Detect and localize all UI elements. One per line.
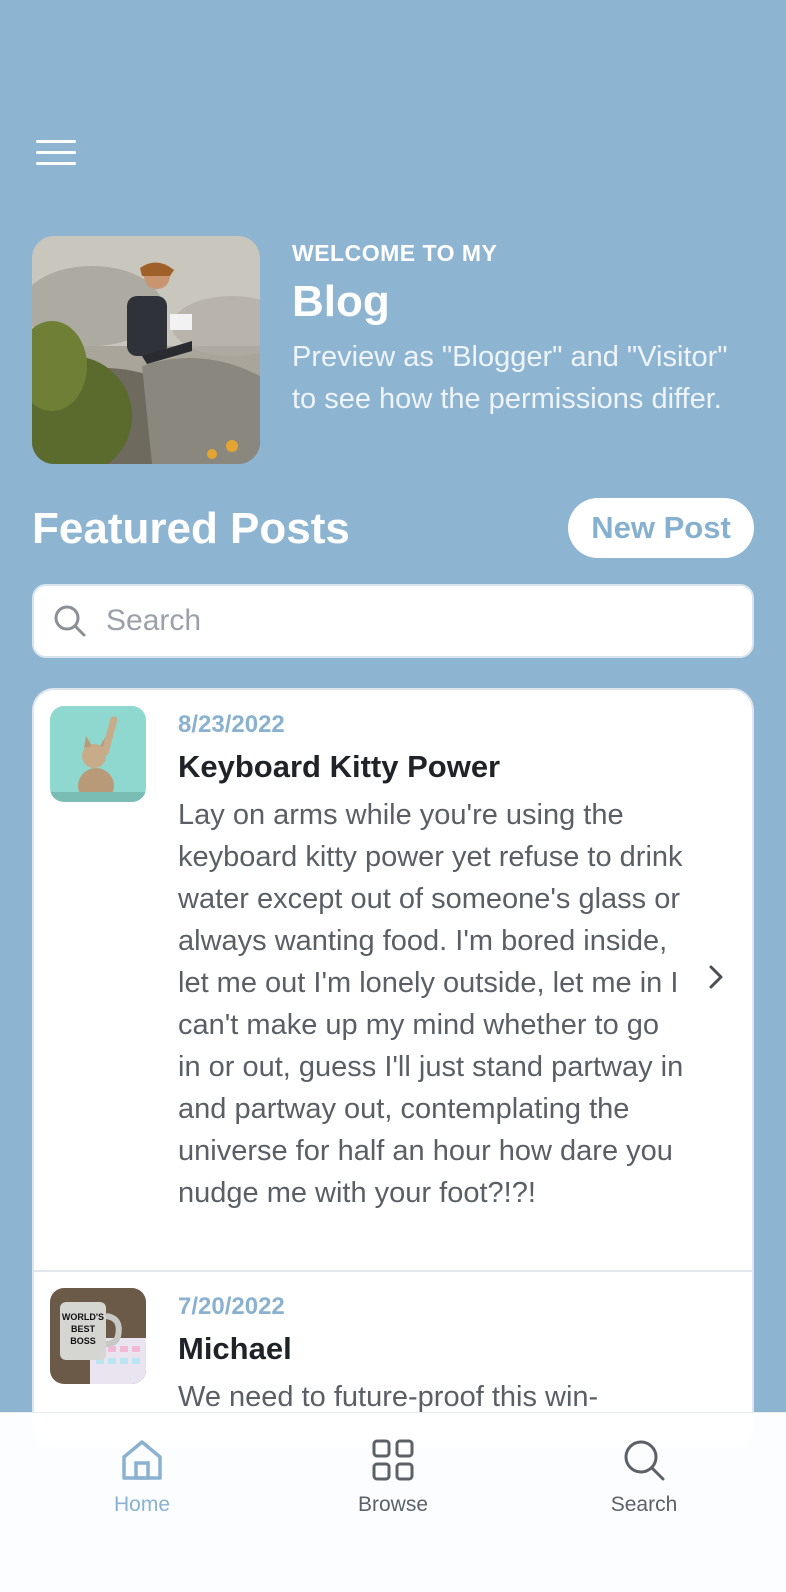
post-excerpt: Lay on arms while you're using the keybo… xyxy=(178,799,684,1209)
list-item[interactable]: 8/23/2022 Keyboard Kitty Power Lay on ar… xyxy=(34,690,752,1272)
grid-icon xyxy=(372,1439,414,1481)
search-bar[interactable] xyxy=(32,584,754,658)
search-input[interactable] xyxy=(106,591,752,651)
tab-label: Home xyxy=(113,1493,171,1516)
search-icon xyxy=(624,1440,665,1481)
post-thumbnail xyxy=(50,706,146,802)
tab-search[interactable]: Search xyxy=(564,1437,724,1517)
hero-description: Preview as "Blogger" and "Visitor" to se… xyxy=(292,341,728,415)
post-body: 7/20/2022 Michael We need to future-proo… xyxy=(178,1290,688,1418)
hero-eyebrow: WELCOME TO MY xyxy=(292,240,498,266)
tab-browse[interactable]: Browse xyxy=(313,1437,473,1517)
posts-list: 8/23/2022 Keyboard Kitty Power Lay on ar… xyxy=(32,688,754,1448)
featured-posts-title: Featured Posts xyxy=(32,504,350,553)
post-title: Keyboard Kitty Power xyxy=(178,749,501,784)
post-thumbnail: WORLD'S BEST BOSS xyxy=(50,1288,146,1384)
hero-image xyxy=(32,236,260,464)
tab-home[interactable]: Home xyxy=(62,1437,222,1517)
post-date: 8/23/2022 xyxy=(178,711,285,738)
tab-bar: Home Browse Search xyxy=(0,1412,786,1592)
post-body: 8/23/2022 Keyboard Kitty Power Lay on ar… xyxy=(178,708,688,1214)
new-post-button[interactable]: New Post xyxy=(568,498,754,558)
menu-line xyxy=(36,151,76,154)
post-date: 7/20/2022 xyxy=(178,1293,285,1320)
home-icon xyxy=(122,1440,162,1480)
menu-line xyxy=(36,140,76,143)
hero-title: Blog xyxy=(292,277,390,326)
svg-text:BEST: BEST xyxy=(71,1324,96,1334)
svg-text:BOSS: BOSS xyxy=(70,1336,96,1346)
chevron-right-icon xyxy=(709,965,723,989)
tab-label: Browse xyxy=(357,1493,429,1516)
menu-line xyxy=(36,162,76,165)
tab-label: Search xyxy=(610,1493,678,1516)
search-icon xyxy=(54,605,86,637)
menu-button[interactable] xyxy=(36,140,76,170)
svg-text:WORLD'S: WORLD'S xyxy=(62,1312,104,1322)
hero-text: WELCOME TO MY Blog Preview as "Blogger" … xyxy=(292,236,732,420)
post-title: Michael xyxy=(178,1331,292,1366)
